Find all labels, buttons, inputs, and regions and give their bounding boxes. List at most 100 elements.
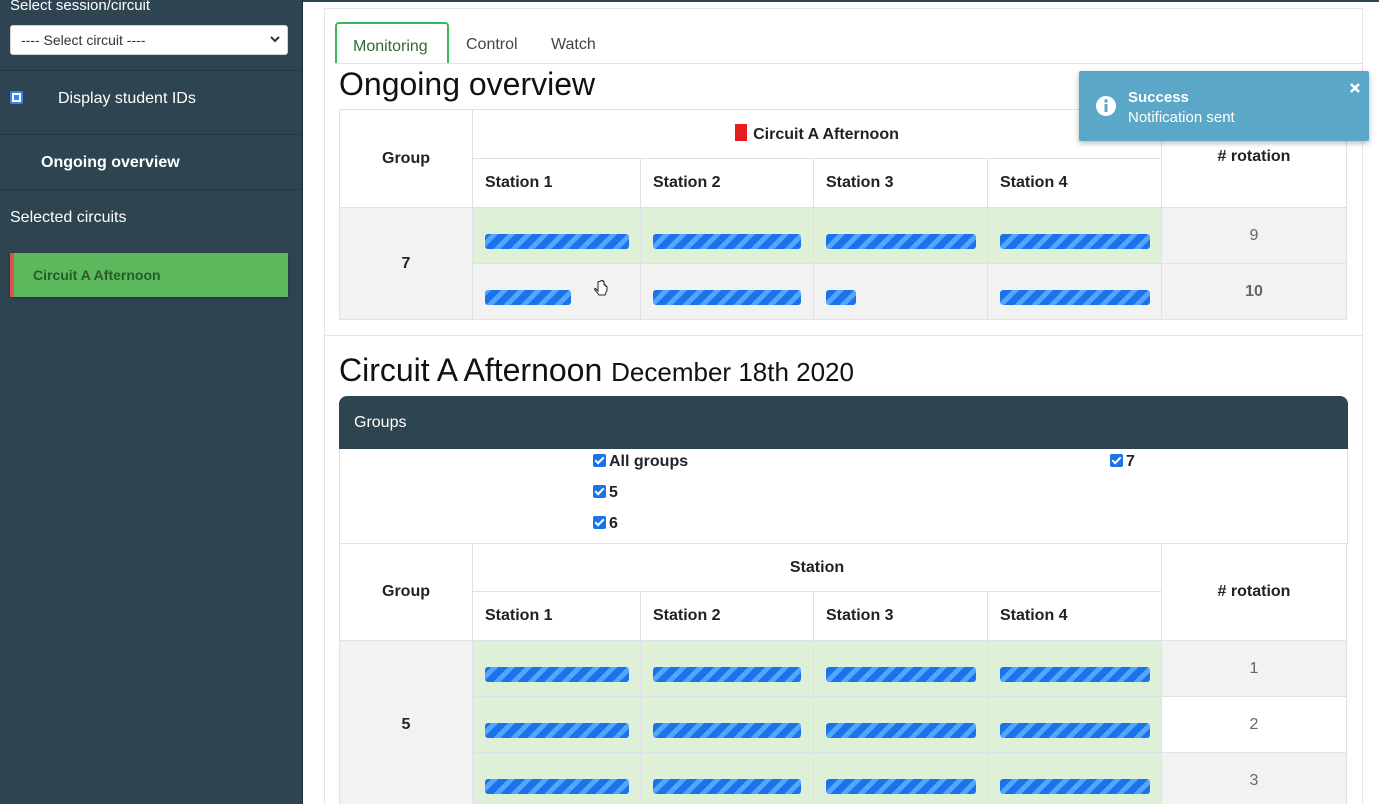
group-checkbox-label: 5 <box>609 484 618 501</box>
progress-cell <box>472 207 641 264</box>
divider <box>0 134 303 135</box>
progress-bar <box>826 234 976 249</box>
info-icon <box>1096 96 1116 116</box>
selected-circuits-heading: Selected circuits <box>10 209 127 226</box>
station-header: Station 3 <box>813 591 988 641</box>
station-header: Station 2 <box>640 158 814 208</box>
progress-bar <box>826 667 976 682</box>
rotation-cell: 1 <box>1161 640 1347 697</box>
chevron-down-icon <box>270 36 280 43</box>
tab-monitoring[interactable]: Monitoring <box>335 22 449 64</box>
checkbox-checked-icon[interactable] <box>1110 454 1123 467</box>
group-checkbox-6[interactable]: 6 <box>593 515 618 533</box>
rotation-cell: 2 <box>1161 696 1347 753</box>
station-header: Station 4 <box>987 591 1162 641</box>
page-title: Ongoing overview <box>339 66 596 102</box>
rotation-cell: 10 <box>1161 263 1347 320</box>
progress-cell <box>640 207 814 264</box>
group-checkbox-7[interactable]: 7 <box>1110 453 1135 471</box>
circuit-select[interactable]: ---- Select circuit ---- <box>10 25 288 55</box>
circuit-title: Circuit A Afternoon December 18th 2020 <box>339 352 854 389</box>
progress-bar <box>485 290 571 305</box>
circuit-title-text: Circuit A Afternoon <box>339 352 603 388</box>
progress-cell <box>813 640 988 697</box>
progress-cell <box>987 263 1162 320</box>
circuit-select-value: ---- Select circuit ---- <box>21 32 146 48</box>
progress-cell <box>987 752 1162 804</box>
progress-bar <box>1000 667 1150 682</box>
progress-cell <box>987 640 1162 697</box>
close-icon[interactable] <box>1348 81 1362 95</box>
progress-cell <box>472 696 641 753</box>
display-ids-checkbox[interactable] <box>10 91 23 104</box>
progress-bar <box>653 779 801 794</box>
group-checkbox-5[interactable]: 5 <box>593 484 618 502</box>
display-ids-label[interactable]: Display student IDs <box>58 90 196 108</box>
group-checkbox-label: All groups <box>609 453 689 470</box>
progress-bar <box>485 779 629 794</box>
group-header: Group <box>339 543 473 641</box>
progress-cell <box>987 207 1162 264</box>
toast-message: Notification sent <box>1128 109 1235 126</box>
progress-bar <box>1000 290 1150 305</box>
progress-cell <box>987 696 1162 753</box>
progress-bar <box>826 779 976 794</box>
progress-bar <box>1000 723 1150 738</box>
progress-bar <box>653 290 801 305</box>
tab-watch[interactable]: Watch <box>551 22 596 64</box>
tab-underline <box>335 63 1362 64</box>
divider <box>0 189 303 190</box>
station-header: Station 1 <box>472 158 641 208</box>
progress-cell <box>813 752 988 804</box>
progress-bar <box>653 723 801 738</box>
progress-cell <box>640 640 814 697</box>
station-group-header: Station <box>472 543 1162 592</box>
hand-cursor-icon <box>594 280 608 296</box>
station-header: Station 1 <box>472 591 641 641</box>
section-divider <box>325 335 1362 336</box>
select-session-label: Select session/circuit <box>10 0 151 14</box>
progress-bar <box>1000 234 1150 249</box>
checkbox-checked-icon[interactable] <box>593 454 606 467</box>
progress-bar <box>653 667 801 682</box>
rotation-header: # rotation <box>1161 543 1347 641</box>
top-border <box>303 0 1379 2</box>
group-cell: 5 <box>339 640 473 804</box>
checkbox-checked-icon[interactable] <box>593 485 606 498</box>
tab-control[interactable]: Control <box>466 22 518 64</box>
station-header: Station 2 <box>640 591 814 641</box>
progress-cell <box>640 263 814 320</box>
groups-panel-header: Groups <box>339 396 1348 449</box>
success-toast: Success Notification sent <box>1079 71 1369 141</box>
progress-bar <box>485 234 629 249</box>
group-cell: 7 <box>339 207 473 320</box>
progress-cell <box>813 696 988 753</box>
sidebar-item-circuit[interactable]: Circuit A Afternoon <box>10 253 288 297</box>
group-checkbox-all[interactable]: All groups <box>593 453 688 471</box>
progress-bar <box>1000 779 1150 794</box>
progress-bar <box>485 667 629 682</box>
progress-bar <box>653 234 801 249</box>
progress-bar <box>485 723 629 738</box>
circuit-table: Group Station # rotation Station 1 Stati… <box>339 543 1347 804</box>
rotation-cell: 3 <box>1161 752 1347 804</box>
progress-bar <box>826 290 856 305</box>
progress-cell <box>472 263 641 320</box>
progress-bar <box>826 723 976 738</box>
circuit-header-label: Circuit A Afternoon <box>753 126 899 143</box>
progress-cell <box>640 696 814 753</box>
toast-title: Success <box>1128 89 1189 106</box>
divider <box>0 70 303 71</box>
progress-cell <box>472 640 641 697</box>
checkbox-checked-icon[interactable] <box>593 516 606 529</box>
circuit-color-marker <box>735 124 748 141</box>
group-checkbox-label: 6 <box>609 515 618 532</box>
circuit-date: December 18th 2020 <box>611 357 854 387</box>
circuit-header: Circuit A Afternoon <box>472 109 1162 159</box>
sidebar-item-ongoing-overview[interactable]: Ongoing overview <box>41 154 180 172</box>
sidebar: Select session/circuit ---- Select circu… <box>0 0 303 804</box>
groups-panel: All groups 5 6 7 <box>339 449 1348 544</box>
station-header: Station 3 <box>813 158 988 208</box>
progress-cell <box>640 752 814 804</box>
progress-cell <box>813 207 988 264</box>
